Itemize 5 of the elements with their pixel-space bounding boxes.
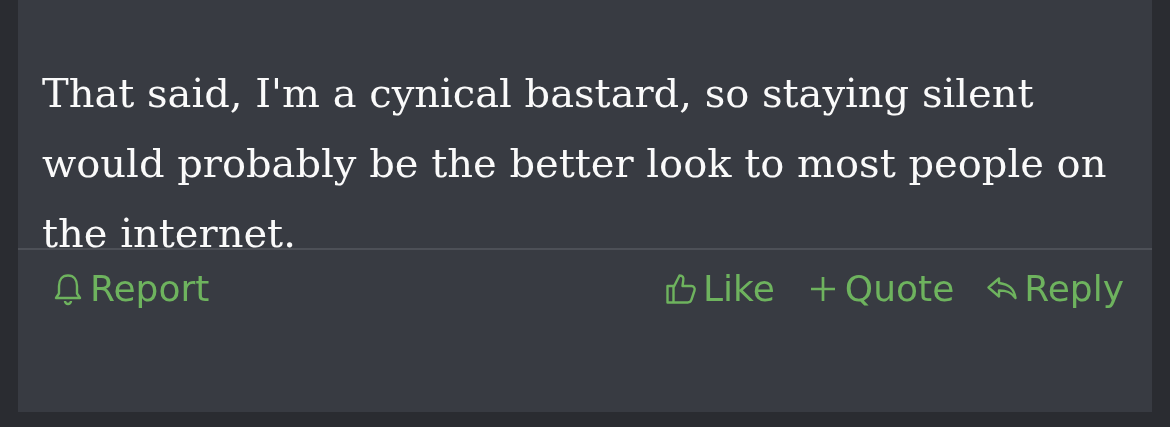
report-link[interactable]: Report [50, 268, 210, 309]
reply-link[interactable]: Reply [984, 268, 1124, 309]
quote-link[interactable]: Quote [804, 268, 955, 309]
post-text: That said, I'm a cynical bastard, so staying silent would probably be the better look to most people on the internet. [41, 69, 1108, 248]
like-link[interactable]: Like [663, 268, 775, 309]
